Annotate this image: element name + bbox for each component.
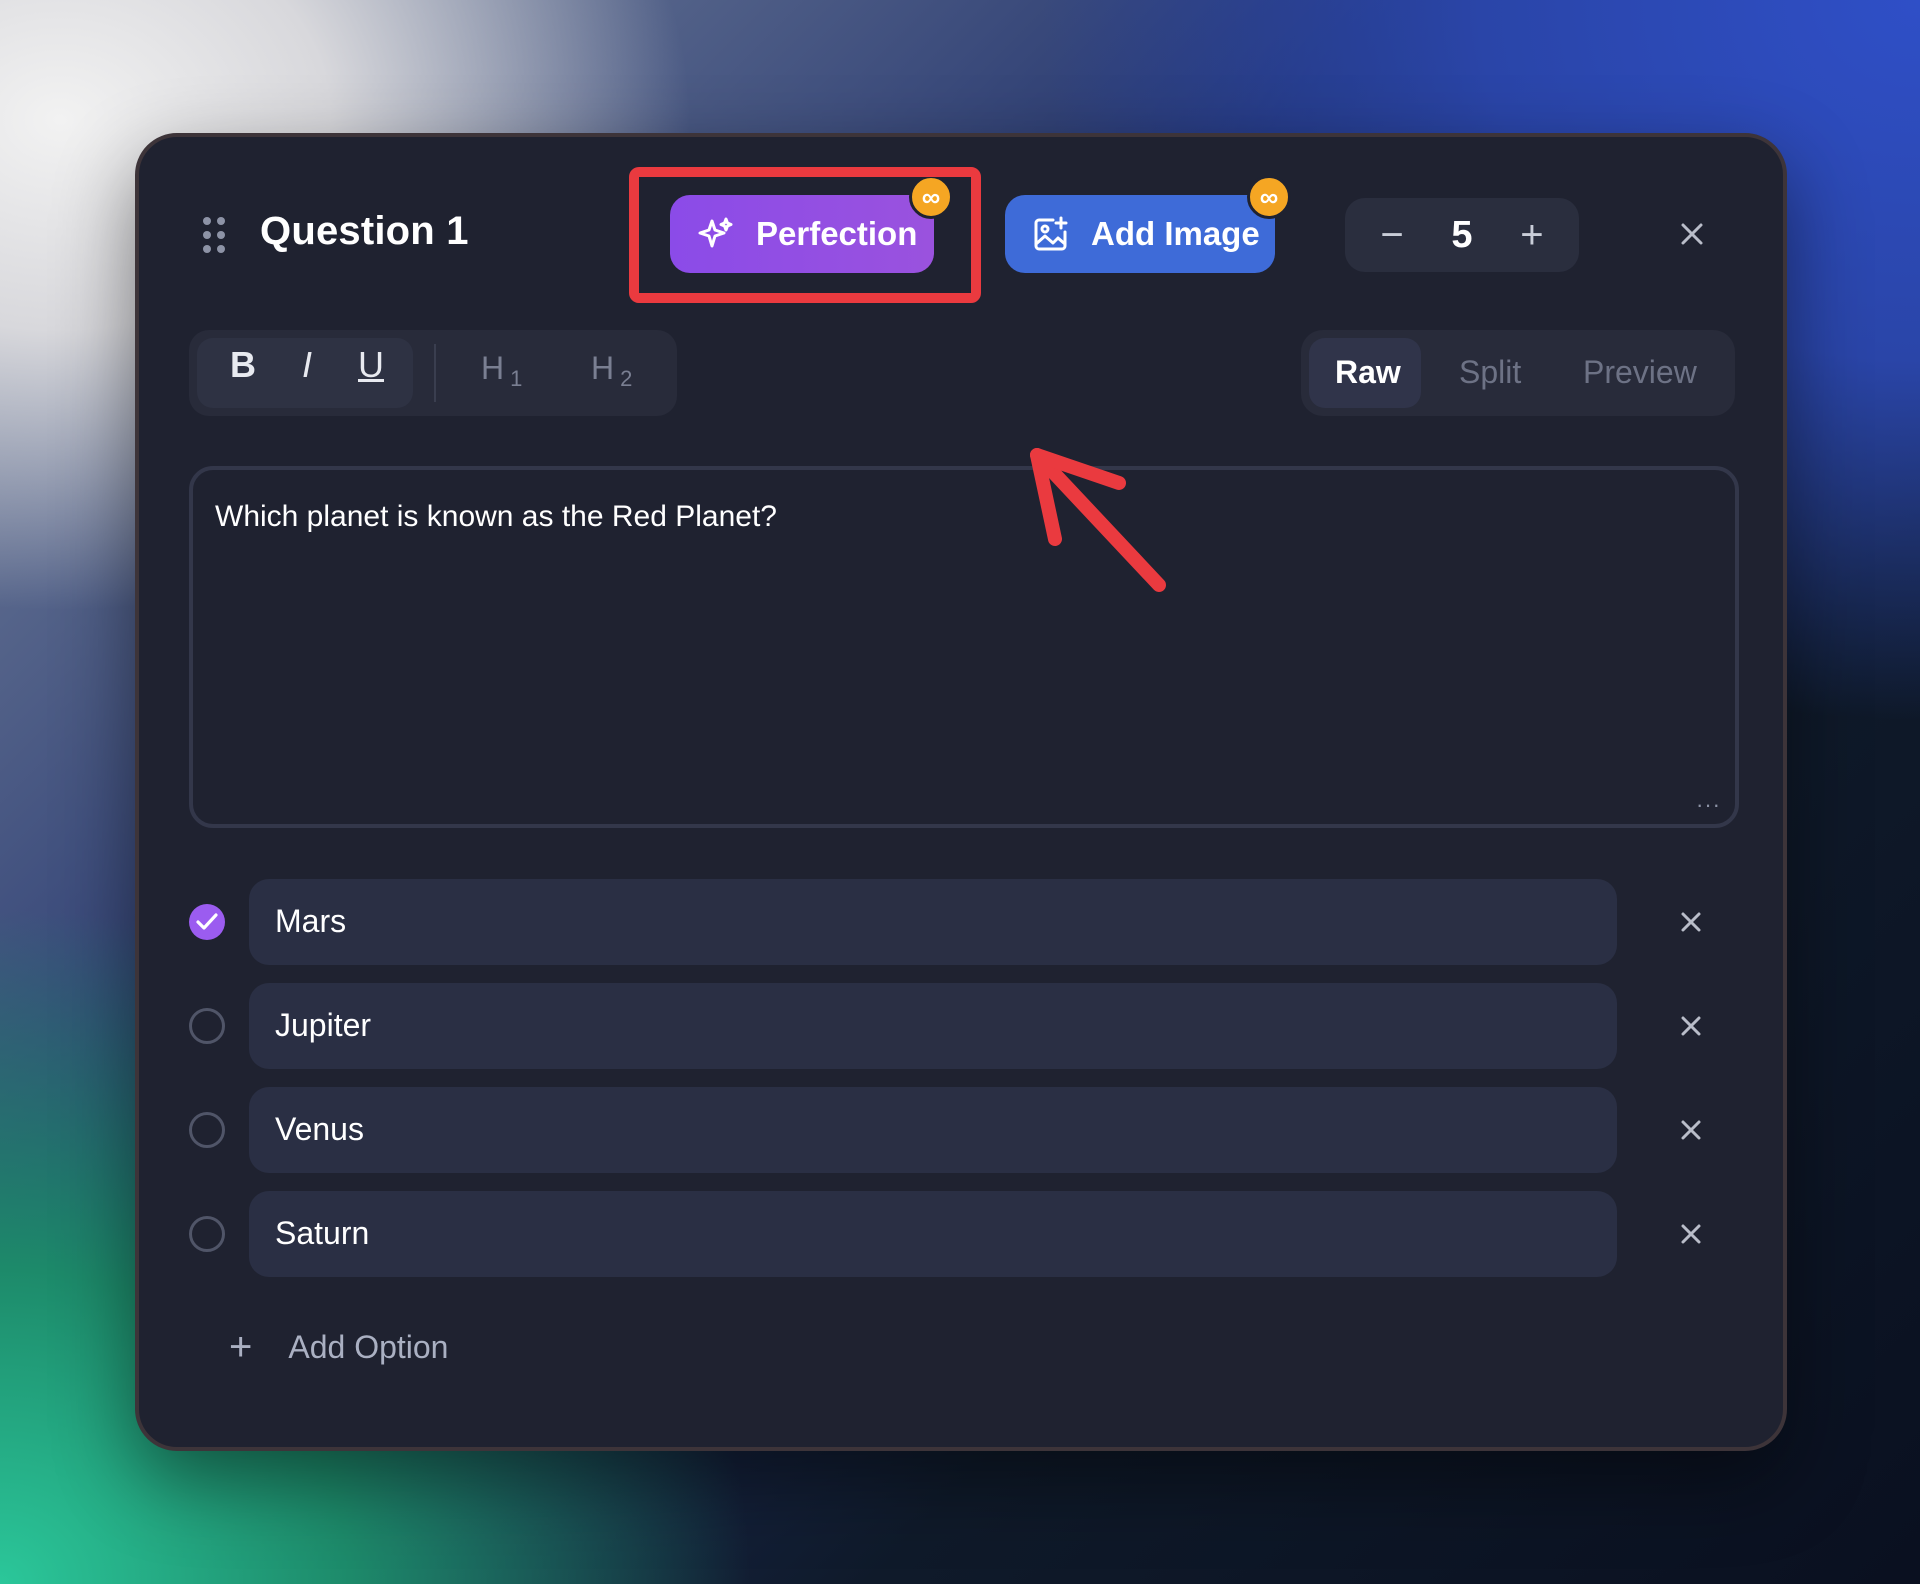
format-toolbar: B I U H1 H2: [189, 330, 677, 416]
check-icon: [196, 913, 218, 930]
underline-button[interactable]: U: [351, 344, 391, 386]
tab-preview[interactable]: Preview: [1583, 354, 1697, 391]
tab-raw[interactable]: Raw: [1335, 354, 1401, 391]
heading1-label: H: [481, 350, 505, 386]
correct-option-radio[interactable]: [189, 904, 225, 940]
annotation-arrow-icon: [1030, 448, 1166, 592]
option-input[interactable]: Saturn: [249, 1191, 1617, 1277]
drag-handle-icon[interactable]: [203, 217, 225, 253]
increment-button[interactable]: +: [1515, 213, 1549, 258]
resize-handle-icon[interactable]: ···: [1696, 792, 1721, 818]
option-row: Saturn: [189, 1191, 1739, 1277]
decrement-button[interactable]: −: [1375, 213, 1409, 258]
plus-icon: +: [229, 1325, 253, 1369]
add-image-button[interactable]: Add Image: [1005, 195, 1275, 273]
infinity-badge-icon: ∞: [1247, 175, 1291, 219]
question-title: Question 1: [260, 209, 469, 253]
remove-option-icon[interactable]: [1675, 1114, 1707, 1146]
tab-split[interactable]: Split: [1459, 354, 1521, 391]
question-card: Question 1 Perfection ∞ Add Image ∞ − 5 …: [135, 133, 1787, 1451]
option-radio[interactable]: [189, 1112, 225, 1148]
heading2-level: 2: [620, 366, 633, 392]
heading2-button[interactable]: H2: [591, 350, 632, 392]
points-value: 5: [1451, 213, 1473, 256]
option-input[interactable]: Venus: [249, 1087, 1617, 1173]
heading1-level: 1: [510, 366, 523, 392]
question-editor[interactable]: Which planet is known as the Red Planet?…: [189, 466, 1739, 828]
toolbar-divider: [434, 344, 436, 402]
add-image-label: Add Image: [1091, 215, 1260, 252]
points-stepper: − 5 +: [1345, 198, 1579, 272]
heading2-label: H: [591, 350, 615, 386]
option-row: Venus: [189, 1087, 1739, 1173]
option-row: Jupiter: [189, 983, 1739, 1069]
add-option-button[interactable]: + Add Option: [229, 1325, 448, 1370]
question-text: Which planet is known as the Red Planet?: [215, 500, 777, 533]
option-radio[interactable]: [189, 1216, 225, 1252]
annotation-highlight: [629, 167, 981, 303]
view-mode-toggle: Raw Split Preview: [1301, 330, 1735, 416]
option-input[interactable]: Mars: [249, 879, 1617, 965]
remove-option-icon[interactable]: [1675, 1218, 1707, 1250]
bold-button[interactable]: B: [223, 344, 263, 386]
heading1-button[interactable]: H1: [481, 350, 522, 392]
option-radio[interactable]: [189, 1008, 225, 1044]
italic-button[interactable]: I: [287, 344, 327, 386]
remove-option-icon[interactable]: [1675, 906, 1707, 938]
remove-option-icon[interactable]: [1675, 1010, 1707, 1042]
close-question-icon[interactable]: [1675, 217, 1709, 251]
option-input[interactable]: Jupiter: [249, 983, 1617, 1069]
image-plus-icon: [1033, 216, 1069, 252]
add-option-label: Add Option: [288, 1329, 449, 1365]
option-row: Mars: [189, 879, 1739, 965]
